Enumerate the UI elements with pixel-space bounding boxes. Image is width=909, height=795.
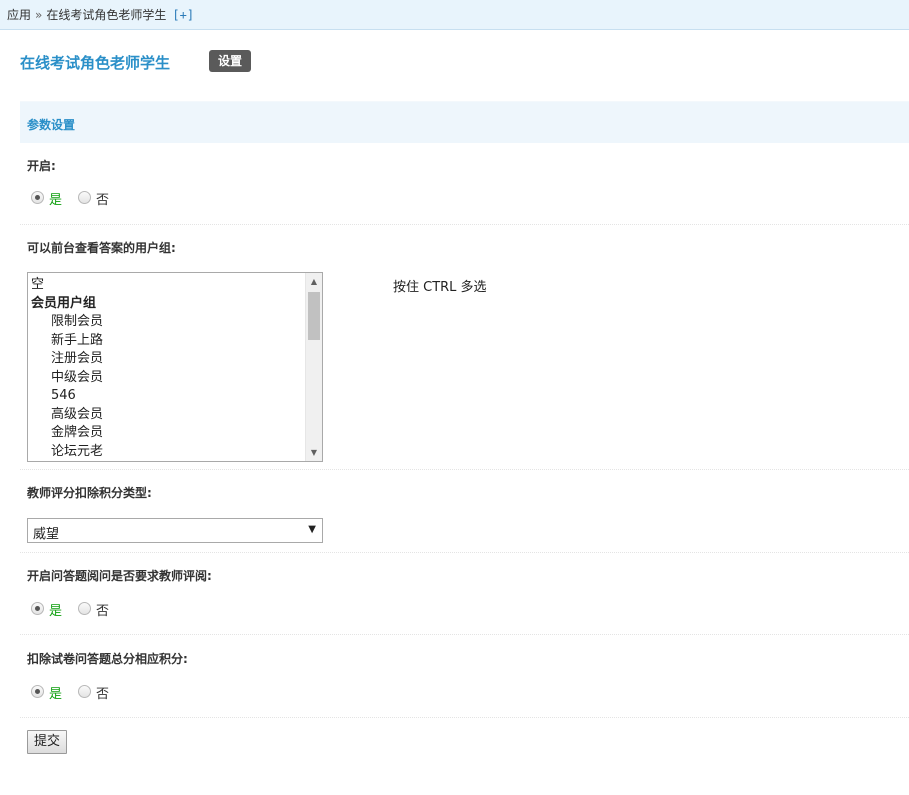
divider xyxy=(20,469,909,470)
user-group-option[interactable]: 论坛元老 xyxy=(31,443,304,462)
enable-no-radio[interactable] xyxy=(78,191,92,204)
deduct-total-radio-group: 是否 xyxy=(31,683,109,702)
user-group-option[interactable]: 中级会员 xyxy=(31,369,304,388)
enable-radio-group: 是否 xyxy=(31,189,109,208)
divider xyxy=(20,224,909,225)
breadcrumb-root[interactable]: 应用 xyxy=(7,8,31,22)
enable-no-label[interactable]: 否 xyxy=(96,193,109,208)
settings-tab-button[interactable]: 设置 xyxy=(209,50,252,72)
deduct-total-yes-label[interactable]: 是 xyxy=(49,687,62,702)
divider xyxy=(20,717,909,718)
breadcrumb-separator: » xyxy=(35,8,43,22)
require-review-label: 开启问答题阅问是否要求教师评阅: xyxy=(27,569,212,583)
chevron-down-icon: ▼ xyxy=(308,524,316,535)
scroll-thumb[interactable] xyxy=(308,292,320,340)
breadcrumb-current[interactable]: 在线考试角色老师学生 xyxy=(46,8,166,22)
section-header: 参数设置 xyxy=(20,101,909,143)
credit-type-label: 教师评分扣除积分类型: xyxy=(27,486,152,500)
require-review-radio-group: 是否 xyxy=(31,600,109,619)
user-group-option[interactable]: 高级会员 xyxy=(31,406,304,425)
require-review-yes-label[interactable]: 是 xyxy=(49,604,62,619)
scroll-up-icon[interactable]: ▲ xyxy=(306,273,322,290)
require-review-yes-radio[interactable] xyxy=(31,602,44,615)
user-group-option[interactable]: 金牌会员 xyxy=(31,424,304,443)
deduct-total-no-label[interactable]: 否 xyxy=(96,687,109,702)
breadcrumb-bar: 应用 » 在线考试角色老师学生 [+] xyxy=(0,0,909,30)
divider xyxy=(20,552,909,553)
deduct-total-no-radio[interactable] xyxy=(78,685,92,698)
divider xyxy=(20,634,909,635)
add-shortcut-link[interactable]: [+] xyxy=(172,8,194,22)
user-group-option[interactable]: 新手上路 xyxy=(31,332,304,351)
user-group-multiselect[interactable]: 空会员用户组限制会员 新手上路 注册会员 中级会员 546 高级会员 金牌会员 论坛元老 ▲ … xyxy=(27,272,323,462)
section-title: 参数设置 xyxy=(27,118,76,132)
enable-label: 开启: xyxy=(27,159,56,173)
answer-groups-label: 可以前台查看答案的用户组: xyxy=(27,241,176,255)
user-group-option[interactable]: 空 xyxy=(31,276,304,295)
page-title: 在线考试角色老师学生 xyxy=(20,54,171,72)
require-review-no-radio[interactable] xyxy=(78,602,92,615)
user-group-options: 空会员用户组限制会员 新手上路 注册会员 中级会员 546 高级会员 金牌会员 论坛元老 xyxy=(31,276,304,461)
listbox-scrollbar[interactable]: ▲ ▼ xyxy=(305,273,322,461)
deduct-total-yes-radio[interactable] xyxy=(31,685,44,698)
option-group-header: 会员用户组 xyxy=(31,295,97,311)
require-review-no-label[interactable]: 否 xyxy=(96,604,109,619)
user-group-option[interactable]: 限制会员 xyxy=(31,313,304,332)
enable-yes-label[interactable]: 是 xyxy=(49,193,62,208)
enable-yes-radio[interactable] xyxy=(31,191,44,204)
deduct-total-label: 扣除试卷问答题总分相应积分: xyxy=(27,652,188,666)
breadcrumb: 应用 » 在线考试角色老师学生 [+] xyxy=(7,6,194,23)
multiselect-hint: 按住 CTRL 多选 xyxy=(393,280,487,295)
credit-type-value: 威望 xyxy=(33,527,60,542)
submit-button[interactable]: 提交 xyxy=(27,730,68,754)
user-group-option[interactable]: 546 xyxy=(31,387,304,406)
user-group-option[interactable]: 注册会员 xyxy=(31,350,304,369)
scroll-down-icon[interactable]: ▼ xyxy=(306,444,322,461)
credit-type-select[interactable]: 威望 ▼ xyxy=(27,518,323,543)
